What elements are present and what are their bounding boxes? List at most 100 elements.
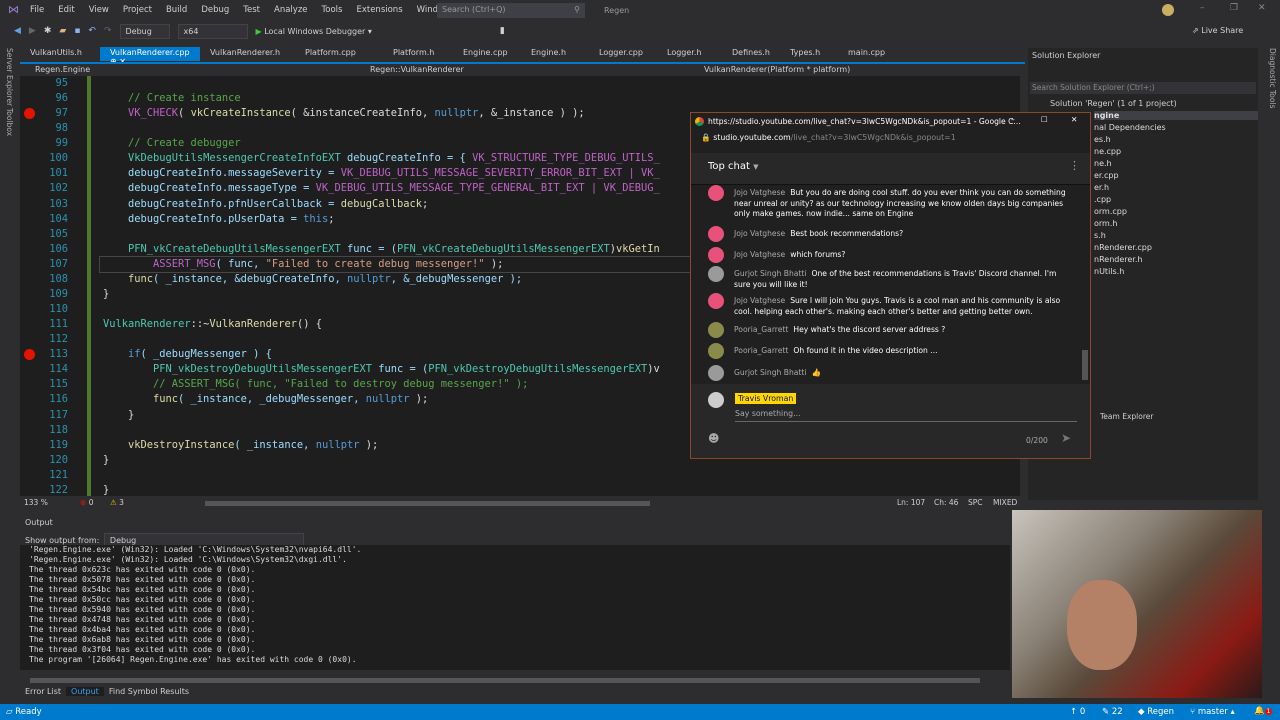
- send-icon[interactable]: ➤: [1061, 431, 1071, 445]
- tab-main-cpp[interactable]: main.cpp: [838, 47, 898, 61]
- chat-author[interactable]: Jojo Vatghese: [734, 229, 785, 238]
- new-project-icon[interactable]: ✱: [44, 26, 52, 36]
- open-icon[interactable]: ▰: [59, 26, 66, 36]
- minimize-button[interactable]: –: [1200, 3, 1205, 13]
- chat-close-button[interactable]: ✕: [1071, 115, 1077, 124]
- menu-debug[interactable]: Debug: [201, 5, 229, 15]
- solution-explorer-item[interactable]: nal Dependencies: [1094, 123, 1166, 132]
- menu-build[interactable]: Build: [166, 5, 187, 15]
- tab-platform-cpp[interactable]: Platform.cpp: [295, 47, 383, 61]
- solution-explorer-item[interactable]: nRenderer.cpp: [1094, 243, 1152, 252]
- scope-dropdown[interactable]: Regen::VulkanRenderer: [370, 65, 464, 74]
- chat-author[interactable]: Pooria_Garrett: [734, 346, 788, 355]
- solution-explorer-item[interactable]: ngine: [1094, 111, 1258, 120]
- back-icon[interactable]: ◀: [14, 26, 21, 36]
- config-select[interactable]: Debug: [119, 23, 170, 39]
- server-explorer-tab[interactable]: Server Explorer: [2, 48, 14, 106]
- menu-test[interactable]: Test: [243, 5, 260, 15]
- bookmark-icon[interactable]: ▮: [500, 26, 505, 36]
- code-text: debugCreateInfo.messageSeverity = VK_DEB…: [128, 166, 660, 181]
- team-explorer-tab[interactable]: Team Explorer: [1100, 412, 1153, 421]
- toolbox-tab[interactable]: Toolbox: [2, 108, 14, 136]
- project-dropdown[interactable]: Regen.Engine: [35, 65, 90, 74]
- account-avatar[interactable]: [1162, 4, 1174, 16]
- solution-explorer-item[interactable]: s.h: [1094, 231, 1106, 240]
- chat-scrollbar[interactable]: [1082, 350, 1088, 380]
- restore-button[interactable]: ❐: [1230, 3, 1238, 13]
- top-chat-dropdown[interactable]: Top chat ▼: [708, 161, 759, 172]
- solution-explorer-item[interactable]: orm.h: [1094, 219, 1117, 228]
- tab-logger-h[interactable]: Logger.h: [657, 47, 722, 61]
- pending-changes[interactable]: ✎ 22: [1102, 707, 1123, 717]
- menu-edit[interactable]: Edit: [58, 5, 74, 15]
- solution-explorer-item[interactable]: nRenderer.h: [1094, 255, 1142, 264]
- code-line[interactable]: 95: [20, 76, 1020, 91]
- solution-root[interactable]: Solution 'Regen' (1 of 1 project): [1050, 99, 1177, 108]
- tab-vulkanutils-h[interactable]: VulkanUtils.h: [20, 47, 100, 61]
- solution-explorer-search[interactable]: Search Solution Explorer (Ctrl+;): [1030, 82, 1256, 94]
- code-line[interactable]: 96 // Create instance: [20, 91, 1020, 106]
- emoji-icon[interactable]: ☻: [708, 432, 719, 445]
- tab-output[interactable]: Output: [66, 687, 104, 696]
- undo-icon[interactable]: ↶: [88, 26, 96, 36]
- horizontal-scrollbar[interactable]: [205, 501, 650, 506]
- chat-author[interactable]: Jojo Vatghese: [734, 250, 785, 259]
- warning-count[interactable]: ⚠ 3: [110, 498, 124, 507]
- solution-explorer-item[interactable]: ne.cpp: [1094, 147, 1121, 156]
- solution-explorer-item[interactable]: ne.h: [1094, 159, 1112, 168]
- tab-logger-cpp[interactable]: Logger.cpp: [589, 47, 657, 61]
- code-line[interactable]: 121: [20, 468, 1020, 483]
- save-icon[interactable]: ▪: [74, 26, 80, 36]
- code-line[interactable]: 122}: [20, 483, 1020, 496]
- tab-engine-h[interactable]: Engine.h: [521, 47, 589, 61]
- tab-engine-cpp[interactable]: Engine.cpp: [453, 47, 521, 61]
- chat-message-input[interactable]: Say something...: [735, 409, 1077, 422]
- menu-analyze[interactable]: Analyze: [274, 5, 308, 15]
- menu-extensions[interactable]: Extensions: [356, 5, 402, 15]
- output-hscrollbar[interactable]: [30, 678, 980, 683]
- output-text[interactable]: 'Regen.Engine.exe' (Win32): Loaded 'C:\W…: [20, 545, 1010, 670]
- menu-view[interactable]: View: [89, 5, 109, 15]
- chat-author[interactable]: Jojo Vatghese: [734, 188, 785, 197]
- member-dropdown[interactable]: VulkanRenderer(Platform * platform): [704, 65, 850, 74]
- solution-explorer-item[interactable]: .cpp: [1094, 195, 1111, 204]
- solution-explorer-item[interactable]: er.cpp: [1094, 171, 1119, 180]
- chat-author[interactable]: Gurjot Singh Bhatti: [734, 368, 807, 377]
- unpushed-commits[interactable]: ↑ 0: [1070, 707, 1085, 717]
- tab-find-symbol-results[interactable]: Find Symbol Results: [104, 687, 194, 696]
- close-button[interactable]: ✕: [1258, 3, 1266, 13]
- error-count[interactable]: ⊗ 0: [80, 498, 93, 507]
- solution-explorer-item[interactable]: es.h: [1094, 135, 1111, 144]
- tab-vulkanrenderer-h[interactable]: VulkanRenderer.h: [200, 47, 295, 61]
- solution-explorer-item[interactable]: nUtils.h: [1094, 267, 1124, 276]
- chat-author[interactable]: Gurjot Singh Bhatti: [734, 269, 807, 278]
- start-debugging-button[interactable]: ▶ Local Windows Debugger ▾: [256, 27, 372, 36]
- chat-address-bar[interactable]: 🔒 studio.youtube.com/live_chat?v=3lwC5Wg…: [691, 133, 956, 142]
- platform-select[interactable]: x64: [177, 23, 248, 39]
- tab-platform-h[interactable]: Platform.h: [383, 47, 453, 61]
- branch-button[interactable]: ⑂ master ▴: [1190, 707, 1235, 717]
- forward-icon[interactable]: ▶: [29, 26, 36, 36]
- solution-explorer-item[interactable]: er.h: [1094, 183, 1109, 192]
- search-input[interactable]: Search (Ctrl+Q) ⚲: [437, 3, 585, 18]
- solution-explorer-item[interactable]: orm.cpp: [1094, 207, 1127, 216]
- tab-types-h[interactable]: Types.h: [780, 47, 838, 61]
- notifications-button[interactable]: 🔔 1: [1254, 706, 1273, 716]
- menu-file[interactable]: File: [30, 5, 44, 15]
- toolbar: ◀ ▶ ✱ ▰ ▪ ↶ ↷ Debug x64 ▶ Local Windows …: [0, 20, 1280, 42]
- diagnostic-tools-tab[interactable]: Diagnostic Tools: [1265, 48, 1277, 108]
- live-share-button[interactable]: ⇗ Live Share: [1192, 26, 1243, 35]
- menu-tools[interactable]: Tools: [322, 5, 343, 15]
- menu-project[interactable]: Project: [123, 5, 152, 15]
- tab-defines-h[interactable]: Defines.h: [722, 47, 780, 61]
- chat-minimize-button[interactable]: –: [1011, 115, 1015, 124]
- zoom-level[interactable]: 133 %: [24, 498, 48, 507]
- chat-maximize-button[interactable]: ☐: [1041, 115, 1048, 124]
- more-options-icon[interactable]: ⋮: [1069, 159, 1080, 172]
- chat-author[interactable]: Jojo Vatghese: [734, 296, 785, 305]
- chat-author[interactable]: Pooria_Garrett: [734, 325, 788, 334]
- tab-error-list[interactable]: Error List: [20, 687, 66, 696]
- redo-icon[interactable]: ↷: [104, 26, 112, 36]
- repository-button[interactable]: ◆ Regen: [1138, 707, 1174, 717]
- tab-vulkanrenderer-cpp[interactable]: VulkanRenderer.cpp ⊕ ✕: [100, 47, 200, 66]
